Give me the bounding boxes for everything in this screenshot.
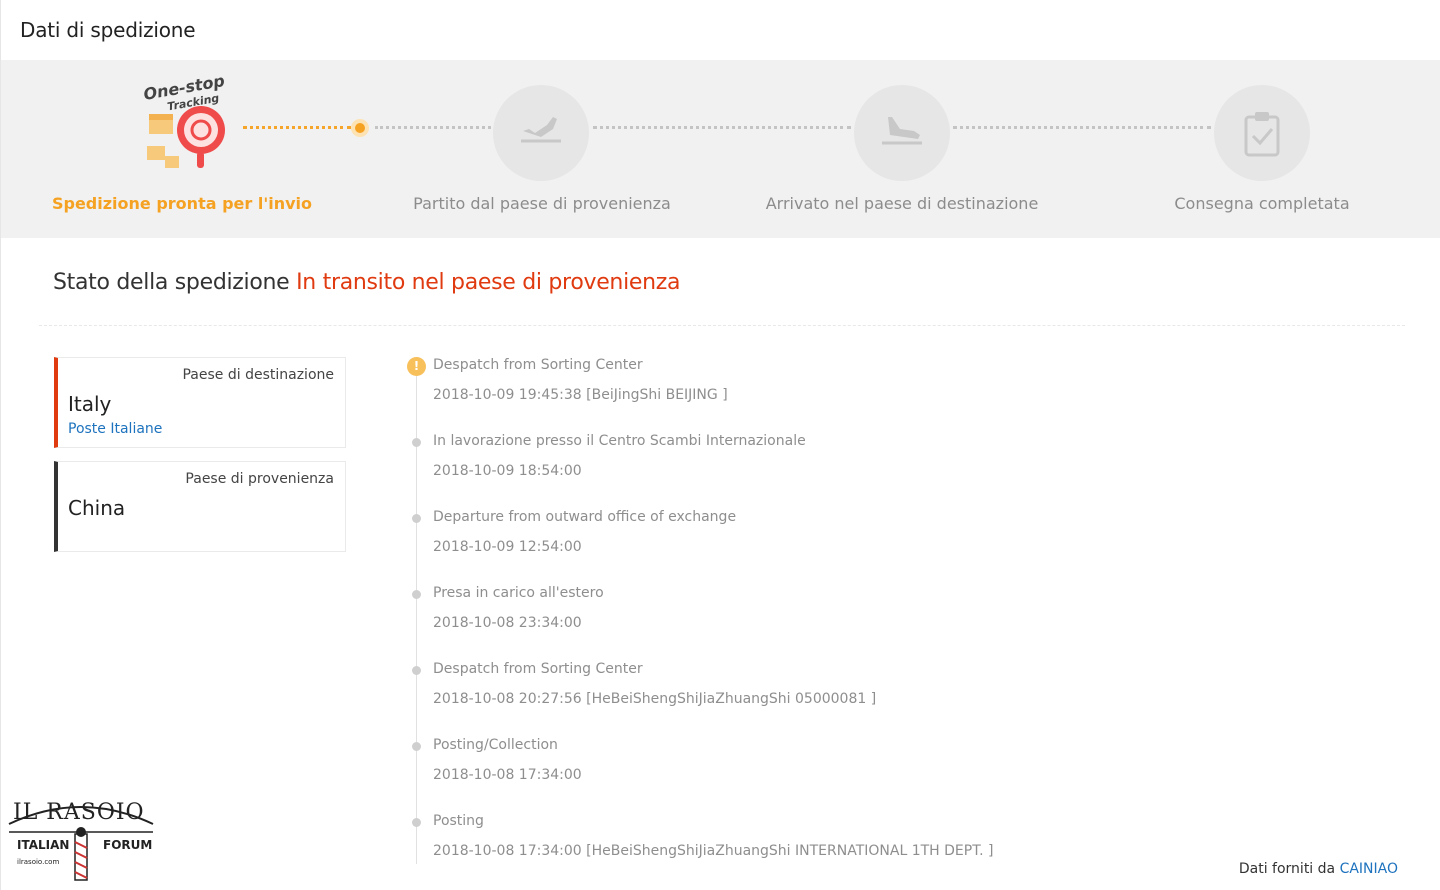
data-source-footer: Dati forniti da CAINIAO <box>1239 861 1398 877</box>
step-label-delivered: Consegna completata <box>1174 194 1350 213</box>
event-title: Presa in carico all'estero <box>433 585 604 601</box>
event-title: Despatch from Sorting Center <box>433 661 643 677</box>
il-rasoio-watermark-logo: IL RASOIO ITALIAN FORUM ilrasoio.com <box>5 794 157 886</box>
event-bullet <box>412 666 421 675</box>
event-time: 2018-10-09 12:54:00 <box>433 539 582 555</box>
event-time: 2018-10-08 17:34:00 <box>433 767 582 783</box>
plane-landing-icon <box>882 117 922 145</box>
origin-country: China <box>68 496 126 520</box>
destination-country: Italy <box>68 392 112 416</box>
event-title: In lavorazione presso il Centro Scambi I… <box>433 433 806 449</box>
progress-dots <box>953 126 1211 130</box>
event-time: 2018-10-08 17:34:00 [HeBeiShengShiJiaZhu… <box>433 843 994 859</box>
step-departed <box>493 85 589 181</box>
cainiao-link[interactable]: CAINIAO <box>1340 861 1398 877</box>
one-stop-tracking-logo: One-stop Tracking <box>139 71 239 182</box>
clipboard-check-icon <box>1244 112 1280 157</box>
progress-dots <box>593 126 851 130</box>
event-title: Posting/Collection <box>433 737 558 753</box>
step-delivered <box>1214 85 1310 181</box>
event-bullet <box>412 438 421 447</box>
current-step-dot <box>351 119 369 137</box>
page: Dati di spedizione One-stop Tracking Spe… <box>0 0 1440 890</box>
event-time: 2018-10-09 19:45:38 [BeiJingShi BEIJING … <box>433 387 728 403</box>
destination-carrier-link[interactable]: Poste Italiane <box>68 421 162 437</box>
origin-card: Paese di provenienza China <box>54 461 346 552</box>
footer-label: Dati forniti da <box>1238 861 1336 877</box>
divider <box>39 325 1405 326</box>
event-time: 2018-10-08 20:27:56 [HeBeiShengShiJiaZhu… <box>433 691 877 707</box>
plane-takeoff-icon <box>521 117 561 143</box>
progress-dots <box>375 126 491 130</box>
event-title: Despatch from Sorting Center <box>433 357 643 373</box>
origin-label: Paese di provenienza <box>185 471 334 487</box>
step-label-arrived: Arrivato nel paese di destinazione <box>765 194 1039 213</box>
shipment-progress: One-stop Tracking Spedizione pronta per … <box>1 60 1440 238</box>
step-label-departed: Partito dal paese di provenienza <box>413 194 671 213</box>
destination-card: Paese di destinazione Italy Poste Italia… <box>54 357 346 448</box>
event-time: 2018-10-08 23:34:00 <box>433 615 582 631</box>
page-title: Dati di spedizione <box>20 18 196 42</box>
progress-dots-done <box>243 126 351 130</box>
step-label-ready: Spedizione pronta per l'invio <box>51 194 313 213</box>
event-title: Departure from outward office of exchang… <box>433 509 737 525</box>
shipment-status: Stato della spedizione In transito nel p… <box>53 270 681 295</box>
event-time: 2018-10-09 18:54:00 <box>433 463 582 479</box>
status-value: In transito nel paese di provenienza <box>296 270 681 295</box>
event-title: Posting <box>433 813 484 829</box>
destination-label: Paese di destinazione <box>182 367 334 383</box>
header: Dati di spedizione <box>1 0 1440 60</box>
event-bullet <box>412 514 421 523</box>
event-bullet <box>412 590 421 599</box>
status-label: Stato della spedizione <box>53 270 290 295</box>
event-bullet <box>412 818 421 827</box>
event-bullet <box>412 742 421 751</box>
step-arrived <box>854 85 950 181</box>
latest-event-badge: ! <box>407 357 426 376</box>
